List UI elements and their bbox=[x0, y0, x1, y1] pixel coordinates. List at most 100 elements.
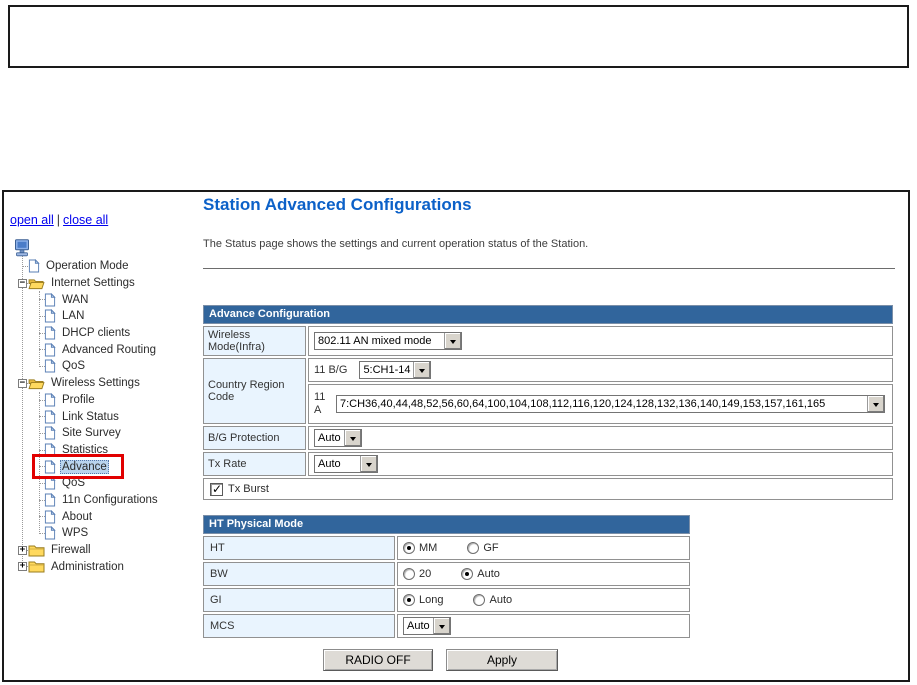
sidebar-item-label: DHCP clients bbox=[62, 327, 131, 340]
sidebar-item-firewall[interactable]: + Firewall bbox=[10, 542, 202, 559]
sidebar-item-wireless-settings[interactable]: − Wireless Settings bbox=[10, 375, 202, 392]
sidebar-item-root-computer[interactable] bbox=[10, 238, 202, 258]
sidebar-item-label: LAN bbox=[62, 310, 85, 323]
dropdown-arrow-icon bbox=[867, 396, 884, 412]
sidebar-item-link-status[interactable]: Link Status bbox=[10, 408, 202, 425]
sidebar-item-lan[interactable]: LAN bbox=[10, 308, 202, 325]
open-all-link[interactable]: open all bbox=[10, 213, 54, 227]
sidebar-item-operation-mode[interactable]: Operation Mode bbox=[10, 258, 202, 275]
wireless-mode-label: Wireless Mode(Infra) bbox=[203, 326, 306, 356]
tree-expander-icon[interactable]: + bbox=[18, 562, 27, 572]
tree-item-icon bbox=[44, 343, 56, 357]
sidebar-item-profile[interactable]: Profile bbox=[10, 392, 202, 409]
sidebar-item-wan[interactable]: WAN bbox=[10, 291, 202, 308]
country-region-label: Country Region Code bbox=[203, 358, 306, 424]
sidebar-item-about[interactable]: About bbox=[10, 508, 202, 525]
sidebar-item-label: Wireless Settings bbox=[51, 377, 140, 390]
tree-expander-icon[interactable]: + bbox=[18, 545, 27, 555]
gi-auto-radio[interactable] bbox=[473, 594, 486, 606]
band-bg-label: 11 B/G bbox=[314, 364, 348, 376]
sidebar-item-label: Link Status bbox=[62, 410, 119, 423]
bw-label: BW bbox=[203, 562, 395, 586]
tx-burst-cell: Tx Burst bbox=[203, 478, 893, 500]
top-banner-box bbox=[8, 5, 909, 68]
sidebar-item-internet-settings[interactable]: − Internet Settings bbox=[10, 275, 202, 292]
bg-protection-row: B/G Protection Auto bbox=[203, 426, 893, 450]
ht-label: HT bbox=[203, 536, 395, 560]
sidebar-item-label: Operation Mode bbox=[46, 260, 129, 273]
ht-physical-mode-header: HT Physical Mode bbox=[203, 515, 690, 534]
tree-item-icon bbox=[44, 293, 56, 307]
gi-label: GI bbox=[203, 588, 395, 612]
country-region-bg-select[interactable]: 5:CH1-14 bbox=[359, 361, 432, 379]
tree-item-icon bbox=[44, 443, 56, 457]
sidebar-item-qos-internet[interactable]: QoS bbox=[10, 358, 202, 375]
bw-auto-radio[interactable] bbox=[461, 568, 474, 580]
bw-20-label: 20 bbox=[419, 568, 432, 580]
sidebar-navigation-tree: Operation Mode − Internet Settings WAN L… bbox=[10, 238, 202, 575]
dropdown-arrow-icon bbox=[433, 618, 450, 634]
country-region-row: Country Region Code 11 B/G 5:CH1-14 11 A… bbox=[203, 358, 893, 424]
apply-button[interactable]: Apply bbox=[446, 649, 558, 671]
ht-gf-label: GF bbox=[483, 542, 499, 554]
bg-protection-select[interactable]: Auto bbox=[314, 429, 362, 447]
sidebar-item-label: WPS bbox=[62, 527, 89, 540]
link-separator: | bbox=[56, 213, 61, 227]
ht-cell: MM GF bbox=[397, 536, 690, 560]
tree-item-icon bbox=[44, 493, 56, 507]
tree-item-icon bbox=[44, 393, 56, 407]
tree-item-icon bbox=[44, 426, 56, 440]
sidebar-item-11n-configurations[interactable]: 11n Configurations bbox=[10, 492, 202, 509]
wireless-mode-select[interactable]: 802.11 AN mixed mode bbox=[314, 332, 462, 350]
tx-rate-cell: Auto bbox=[308, 452, 893, 476]
tree-expander-icon[interactable]: − bbox=[18, 278, 27, 288]
tx-rate-select[interactable]: Auto bbox=[314, 455, 378, 473]
tree-item-icon bbox=[14, 239, 30, 257]
tree-connector bbox=[39, 299, 45, 301]
tree-expander-icon[interactable]: − bbox=[18, 378, 27, 388]
sidebar-item-advance[interactable]: Advance bbox=[10, 454, 202, 479]
tree-connector bbox=[39, 482, 45, 484]
tree-connector bbox=[39, 316, 45, 318]
country-region-a-cell: 11 A 7:CH36,40,44,48,52,56,60,64,100,104… bbox=[308, 384, 893, 424]
gi-row: GI Long Auto bbox=[203, 588, 690, 612]
tree-connector bbox=[39, 533, 45, 534]
close-all-link[interactable]: close all bbox=[63, 213, 108, 227]
tree-connector bbox=[39, 499, 45, 501]
sidebar-item-statistics[interactable]: Statistics bbox=[10, 442, 202, 459]
sidebar-item-label: Advanced Routing bbox=[62, 343, 156, 356]
sidebar-item-label: QoS bbox=[62, 360, 86, 373]
sidebar-item-site-survey[interactable]: Site Survey bbox=[10, 425, 202, 442]
bw-20-radio[interactable] bbox=[403, 568, 415, 580]
tx-rate-label: Tx Rate bbox=[203, 452, 306, 476]
mcs-select[interactable]: Auto bbox=[403, 617, 451, 635]
tx-burst-checkbox[interactable] bbox=[210, 482, 223, 496]
ht-mm-radio[interactable] bbox=[403, 542, 415, 554]
sidebar-item-label: 11n Configurations bbox=[62, 493, 158, 506]
sidebar-item-advanced-routing[interactable]: Advanced Routing bbox=[10, 341, 202, 358]
dropdown-arrow-icon bbox=[360, 456, 377, 472]
country-region-a-select[interactable]: 7:CH36,40,44,48,52,56,60,64,100,104,108,… bbox=[336, 395, 885, 413]
tree-controls: open all | close all bbox=[10, 213, 108, 227]
tree-connector bbox=[39, 366, 45, 368]
gi-long-radio[interactable] bbox=[403, 594, 415, 606]
ht-gf-radio[interactable] bbox=[467, 542, 480, 554]
sidebar-item-label: Statistics bbox=[62, 443, 109, 456]
wireless-mode-cell: 802.11 AN mixed mode bbox=[308, 326, 893, 356]
sidebar-item-wps[interactable]: WPS bbox=[10, 525, 202, 542]
action-buttons: RADIO OFF Apply bbox=[323, 649, 558, 671]
tx-burst-row: Tx Burst bbox=[203, 478, 893, 500]
tree-connector bbox=[39, 416, 45, 418]
dropdown-arrow-icon bbox=[444, 333, 461, 349]
wireless-mode-row: Wireless Mode(Infra) 802.11 AN mixed mod… bbox=[203, 326, 893, 356]
sidebar-item-dhcp-clients[interactable]: DHCP clients bbox=[10, 325, 202, 342]
tree-connector bbox=[39, 432, 45, 434]
page-title: Station Advanced Configurations bbox=[203, 195, 472, 214]
sidebar-item-label: Firewall bbox=[51, 544, 91, 557]
radio-off-button[interactable]: RADIO OFF bbox=[323, 649, 433, 671]
sidebar-item-qos-wireless[interactable]: QoS bbox=[10, 475, 202, 492]
sidebar-item-administration[interactable]: + Administration bbox=[10, 558, 202, 575]
sidebar-item-label: Internet Settings bbox=[51, 277, 135, 290]
bg-protection-label: B/G Protection bbox=[203, 426, 306, 450]
tree-connector bbox=[22, 266, 28, 267]
